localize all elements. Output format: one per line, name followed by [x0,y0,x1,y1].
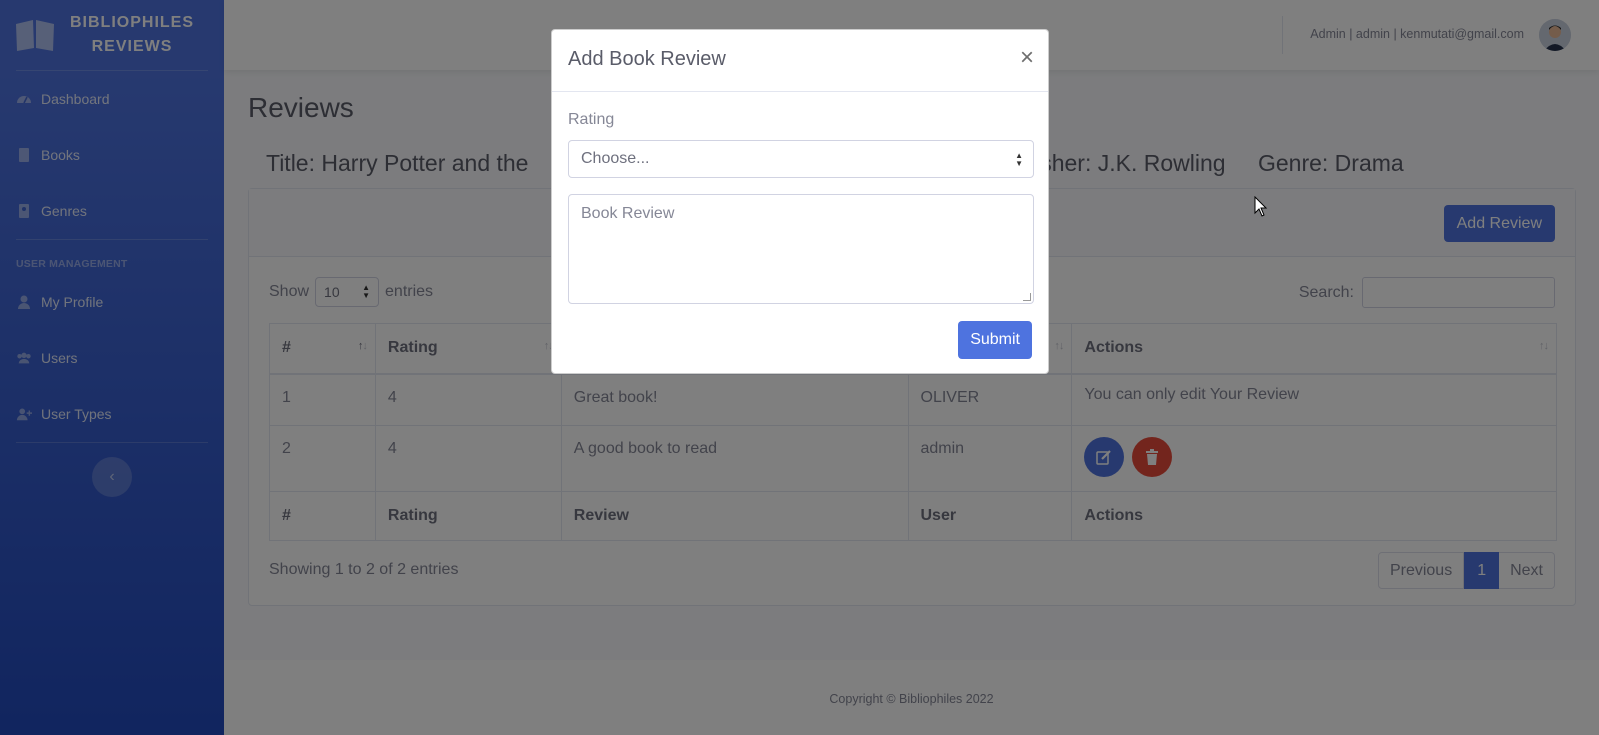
textarea-placeholder: Book Review [581,205,675,222]
rating-label: Rating [568,111,615,128]
resize-handle-icon[interactable] [1023,293,1031,301]
rating-select[interactable]: Choose... ▲ ▼ [568,140,1034,178]
modal-title: Add Book Review [568,48,726,70]
select-arrows-icon: ▲ ▼ [1015,151,1023,168]
add-review-modal: Add Book Review × Rating Choose... ▲ ▼ Bo… [551,29,1049,374]
book-review-textarea[interactable]: Book Review [568,194,1034,304]
modal-header: Add Book Review × [552,30,1048,92]
close-icon[interactable]: × [1020,46,1034,70]
rating-select-value: Choose... [581,150,650,167]
mouse-cursor-icon [1254,196,1268,217]
submit-button[interactable]: Submit [958,321,1032,359]
